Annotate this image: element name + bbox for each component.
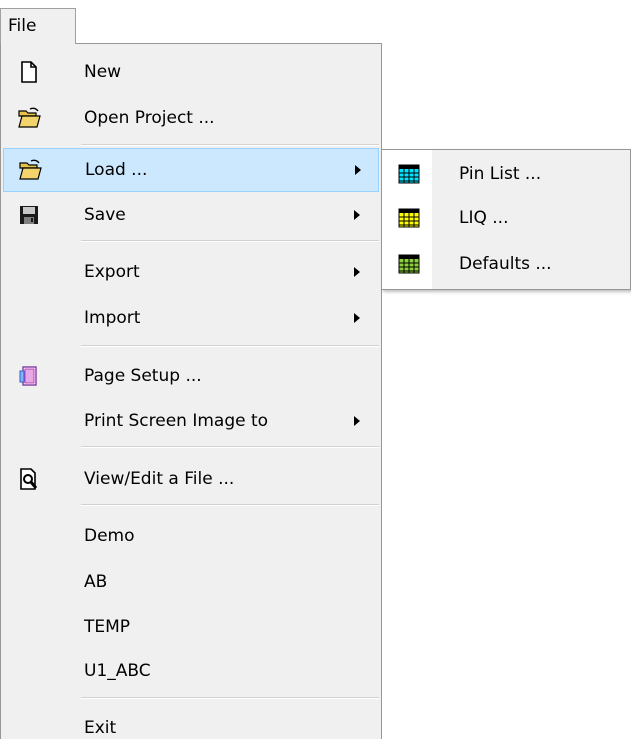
grid-icon [398, 254, 420, 274]
menu-item-label: Exit [84, 718, 117, 738]
menu-item-new[interactable]: New [3, 50, 379, 94]
submenu-arrow-icon [355, 165, 361, 175]
menu-separator [81, 345, 379, 347]
menu-item-label: Print Screen Image to [84, 411, 269, 431]
menu-item-label: Load ... [85, 160, 148, 180]
menu-item-open-project[interactable]: Open Project ... [3, 96, 379, 140]
floppy-disk-icon [20, 206, 38, 224]
menu-separator [81, 504, 379, 506]
submenu-arrow-icon [354, 267, 360, 277]
file-menu-label: File [8, 16, 37, 36]
grid-icon [398, 208, 420, 228]
menu-item-label: Import [84, 308, 141, 328]
menu-item-label: Demo [84, 526, 135, 546]
grid-icon [398, 164, 420, 184]
view-file-icon [20, 468, 38, 490]
menu-item-label: Save [84, 205, 126, 225]
submenu-item-label: LIQ ... [459, 208, 509, 228]
submenu-item-liq[interactable]: LIQ ... [384, 196, 628, 240]
menu-item-label: AB [84, 572, 108, 592]
file-menu-tab[interactable]: File [0, 8, 76, 44]
menu-item-label: Page Setup ... [84, 366, 202, 386]
submenu-item-label: Pin List ... [459, 164, 542, 184]
menu-item-label: Export [84, 262, 140, 282]
new-document-icon [21, 61, 37, 83]
menu-item-save[interactable]: Save [3, 193, 379, 237]
menu-item-label: View/Edit a File ... [84, 469, 235, 489]
submenu-item-pin-list[interactable]: Pin List ... [384, 152, 628, 196]
menu-item-print-screen-image[interactable]: Print Screen Image to [3, 399, 379, 443]
open-folder-icon [19, 159, 42, 180]
menu-item-import[interactable]: Import [3, 296, 379, 340]
submenu-item-label: Defaults ... [459, 254, 552, 274]
menu-separator [81, 697, 379, 699]
menu-separator [81, 240, 379, 242]
menu-item-recent-demo[interactable]: Demo [3, 514, 379, 558]
menu-item-page-setup[interactable]: Page Setup ... [3, 354, 379, 398]
file-dropdown-menu: New Open Project ... Load ... Save Expor… [0, 43, 382, 739]
menu-item-load[interactable]: Load ... [3, 148, 379, 192]
menu-item-label: New [84, 62, 122, 82]
submenu-arrow-icon [354, 416, 360, 426]
submenu-arrow-icon [354, 210, 360, 220]
menu-item-exit[interactable]: Exit [3, 706, 379, 739]
submenu-item-defaults[interactable]: Defaults ... [384, 242, 628, 286]
menu-item-export[interactable]: Export [3, 250, 379, 294]
menu-separator [81, 446, 379, 448]
menu-item-label: U1_ABC [84, 661, 151, 681]
menu-separator [81, 144, 379, 146]
submenu-arrow-icon [354, 313, 360, 323]
menu-item-recent-temp[interactable]: TEMP [3, 605, 379, 649]
open-folder-icon [18, 107, 41, 128]
menu-item-label: TEMP [84, 617, 131, 637]
screen: File New Open Project ... Load ... Save … [0, 0, 631, 739]
menu-item-label: Open Project ... [84, 108, 215, 128]
menu-item-recent-u1-abc[interactable]: U1_ABC [3, 649, 379, 693]
menu-item-view-edit-file[interactable]: View/Edit a File ... [3, 457, 379, 501]
load-submenu: Pin List ... LIQ ... Defaults ... [381, 149, 631, 290]
menu-item-recent-ab[interactable]: AB [3, 560, 379, 604]
page-setup-icon [19, 366, 37, 386]
